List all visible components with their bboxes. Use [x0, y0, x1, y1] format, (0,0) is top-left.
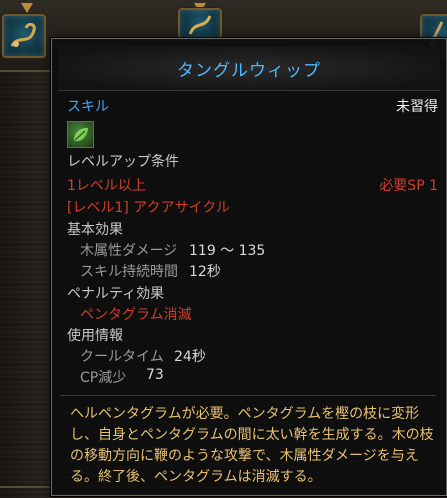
prereq-skill: [レベル1] アクアサイクル [67, 200, 230, 216]
levelup-heading: レベルアップ条件 [67, 154, 179, 170]
vine-skill-icon [10, 22, 36, 47]
slot-arrow-icon [20, 0, 34, 13]
cooldown-value: 24秒 [174, 349, 206, 365]
leaf-skill-icon [67, 121, 94, 148]
cooldown-label: クールタイム [80, 349, 164, 365]
tooltip-title-bar: タングルウィップ [58, 46, 440, 91]
cp-label: CP減少 [80, 370, 127, 386]
learn-status: 未習得 [396, 99, 438, 115]
usage-heading: 使用情報 [67, 328, 123, 344]
description-box: ヘルペンタグラムが必要。ペンタグラムを樫の枝に変形し、自身とペンタグラムの間に太… [60, 395, 436, 492]
duration-label: スキル持続時間 [80, 264, 178, 280]
tangle-skill-icon [188, 15, 212, 35]
cp-value: 73 [146, 367, 164, 383]
duration-value: 12秒 [189, 264, 221, 280]
skill-tooltip: タングルウィップ スキル 未習得 レベルアップ条件 1レベル以上 必要SP 1 … [51, 38, 447, 496]
basic-effect-heading: 基本効果 [67, 222, 123, 238]
skill-category: スキル [67, 99, 109, 115]
skill-description: ヘルペンタグラムが必要。ペンタグラムを樫の枝に変形し、自身とペンタグラムの間に太… [70, 406, 434, 485]
skill-name: タングルウィップ [177, 61, 321, 81]
tangle-skill-slot[interactable] [178, 8, 222, 40]
penalty-value: ペンタグラム消滅 [80, 307, 192, 323]
sp-requirement: 必要SP 1 [379, 178, 438, 194]
damage-label: 木属性ダメージ [80, 243, 178, 259]
vine-skill-slot[interactable] [2, 14, 46, 58]
level-requirement: 1レベル以上 [67, 178, 146, 194]
damage-value: 119 ～ 135 [189, 243, 266, 259]
penalty-heading: ペナルティ効果 [67, 286, 165, 302]
